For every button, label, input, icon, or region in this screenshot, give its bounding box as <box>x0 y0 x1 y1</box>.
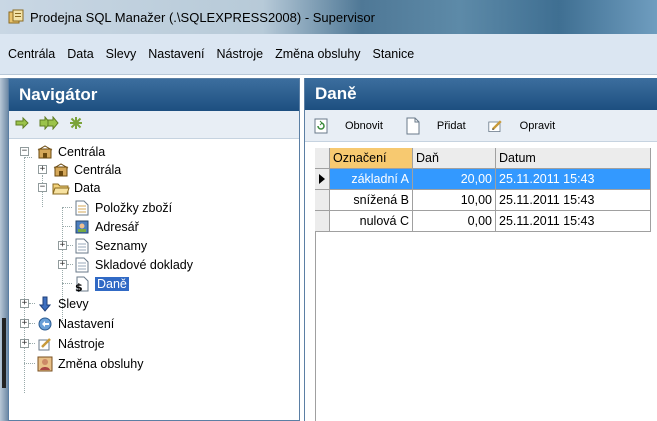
tree-item-centrala[interactable]: Centrála <box>52 161 121 179</box>
cell-datum[interactable]: 25.11.2011 15:43 <box>496 169 651 190</box>
expand-toggle[interactable]: + <box>20 319 29 328</box>
tools-icon <box>36 336 54 352</box>
window-title: Prodejna SQL Manažer (.\SQLEXPRESS2008) … <box>30 9 375 25</box>
arrow-right-icon[interactable] <box>15 116 29 133</box>
edit-button[interactable]: Opravit <box>488 117 555 135</box>
menu-centrala[interactable]: Centrála <box>2 47 61 61</box>
folder-open-icon <box>52 180 70 196</box>
table-row[interactable]: nulová C 0,00 25.11.2011 15:43 <box>315 211 651 232</box>
document-icon <box>73 238 91 254</box>
menu-zmena-obsluhy[interactable]: Změna obsluhy <box>269 47 366 61</box>
navigator-toolbar <box>9 111 299 139</box>
row-indicator <box>315 190 330 211</box>
app-icon <box>8 9 24 25</box>
cell-datum[interactable]: 25.11.2011 15:43 <box>496 211 651 232</box>
row-indicator-arrow-icon <box>315 169 330 190</box>
collapse-toggle[interactable]: − <box>38 183 47 192</box>
building-icon <box>36 144 54 160</box>
expand-toggle[interactable]: + <box>58 260 67 269</box>
column-header-dan[interactable]: Daň <box>413 148 496 169</box>
expand-toggle[interactable]: + <box>38 165 47 174</box>
tree-item-nastroje[interactable]: Nástroje <box>36 335 105 353</box>
svg-text:$: $ <box>75 281 83 292</box>
tree-item-adresar[interactable]: Adresář <box>73 218 139 236</box>
menu-stanice[interactable]: Stanice <box>367 47 421 61</box>
new-document-icon <box>405 117 421 135</box>
tree-item-data[interactable]: Data <box>52 179 100 197</box>
dane-panel: Daně Obnovit Přidat Opravit Označení Daň… <box>304 78 657 421</box>
tree-item-dane[interactable]: $ Daně <box>73 275 129 293</box>
menu-bar: Centrála Data Slevy Nastavení Nástroje Z… <box>0 34 657 75</box>
expand-all-icon[interactable] <box>69 116 83 133</box>
expand-toggle[interactable]: + <box>20 299 29 308</box>
tree-item-seznamy[interactable]: Seznamy <box>73 237 147 255</box>
cell-dan[interactable]: 20,00 <box>413 169 496 190</box>
tree-item-label-selected: Daně <box>95 277 129 291</box>
table-row[interactable]: snížená B 10,00 25.11.2011 15:43 <box>315 190 651 211</box>
column-header-datum[interactable]: Datum <box>496 148 651 169</box>
settings-icon <box>36 316 54 332</box>
table-row[interactable]: základní A 20,00 25.11.2011 15:43 <box>315 169 651 190</box>
dane-grid: Označení Daň Datum základní A 20,00 25.1… <box>315 148 651 232</box>
expand-toggle[interactable]: + <box>58 241 67 250</box>
menu-slevy[interactable]: Slevy <box>100 47 143 61</box>
menu-nastaveni[interactable]: Nastavení <box>142 47 210 61</box>
title-bar: Prodejna SQL Manažer (.\SQLEXPRESS2008) … <box>0 0 657 34</box>
edit-icon <box>488 117 504 135</box>
menu-nastroje[interactable]: Nástroje <box>211 47 270 61</box>
panel-title: Daně <box>305 78 657 110</box>
tree-item-polozky-zbozi[interactable]: Položky zboží <box>73 199 172 217</box>
document-icon <box>73 257 91 273</box>
address-book-icon <box>73 219 91 235</box>
tree-item-slevy[interactable]: Slevy <box>36 295 89 313</box>
cell-oznaceni[interactable]: základní A <box>330 169 413 190</box>
cell-datum[interactable]: 25.11.2011 15:43 <box>496 190 651 211</box>
cell-oznaceni[interactable]: nulová C <box>330 211 413 232</box>
double-arrow-right-icon[interactable] <box>39 115 59 133</box>
arrow-down-icon <box>36 296 54 312</box>
collapse-toggle[interactable]: − <box>20 147 29 156</box>
user-icon <box>36 356 54 372</box>
cell-oznaceni[interactable]: snížená B <box>330 190 413 211</box>
tax-document-icon: $ <box>73 276 91 292</box>
building-icon <box>52 162 70 178</box>
tree-item-nastaveni[interactable]: Nastavení <box>36 315 114 333</box>
cell-dan[interactable]: 10,00 <box>413 190 496 211</box>
navigator-tree: − Centrála + Centrála − Data Položky zbo… <box>9 139 299 420</box>
navigator-panel: Navigátor − Centrála + Centrála − Data P… <box>8 78 300 421</box>
row-indicator-header <box>315 148 330 169</box>
row-indicator <box>315 211 330 232</box>
add-button[interactable]: Přidat <box>405 117 466 135</box>
refresh-icon <box>313 117 329 135</box>
cell-dan[interactable]: 0,00 <box>413 211 496 232</box>
navigator-title: Navigátor <box>9 79 299 111</box>
grid-header: Označení Daň Datum <box>315 148 651 169</box>
tree-item-zmena-obsluhy[interactable]: Změna obsluhy <box>36 355 143 373</box>
expand-toggle[interactable]: + <box>20 339 29 348</box>
menu-data[interactable]: Data <box>61 47 99 61</box>
window-left-edge <box>0 78 8 421</box>
document-icon <box>73 200 91 216</box>
column-header-oznaceni[interactable]: Označení <box>330 148 413 169</box>
tree-item-centrala-root[interactable]: Centrála <box>36 143 105 161</box>
tree-item-skladove-doklady[interactable]: Skladové doklady <box>73 256 193 274</box>
refresh-button[interactable]: Obnovit <box>313 117 383 135</box>
panel-toolbar: Obnovit Přidat Opravit <box>305 110 657 142</box>
